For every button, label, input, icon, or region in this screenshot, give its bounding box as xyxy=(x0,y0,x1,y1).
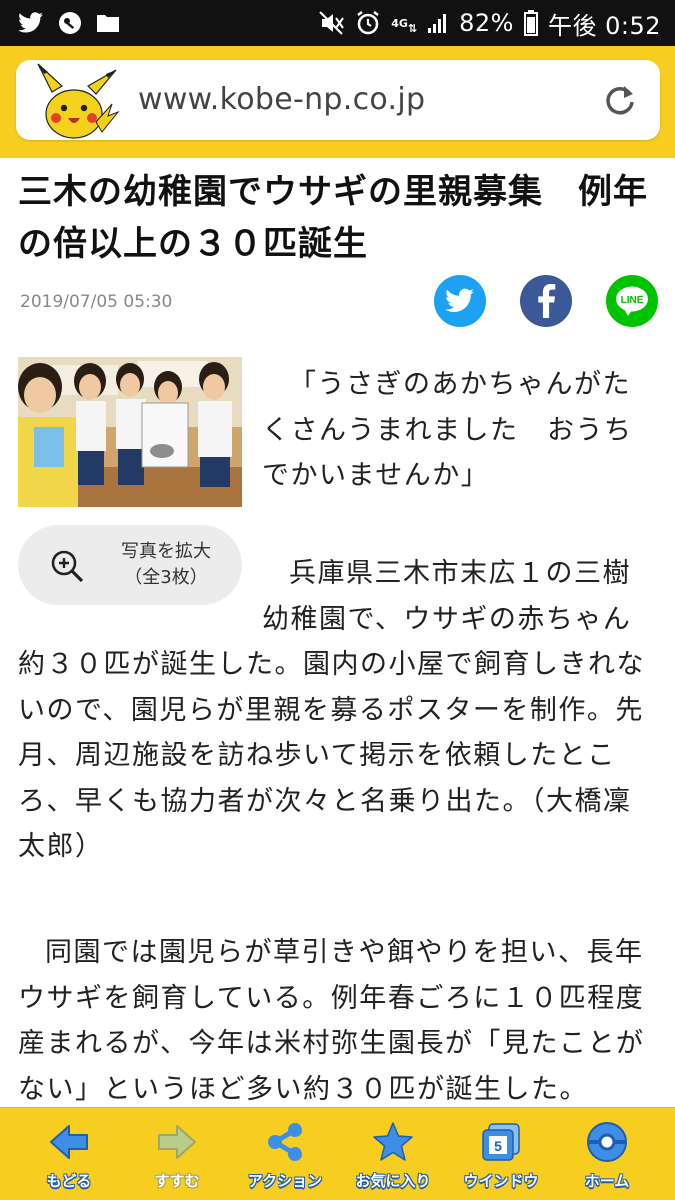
back-arrow-icon xyxy=(50,1125,88,1159)
article-paragraph-quote: 「うさぎのあかちゃんがたくさんうまれました おうちでかいませんか」 xyxy=(262,362,642,499)
home-button[interactable]: ホーム xyxy=(552,1114,662,1198)
window-count: 5 xyxy=(494,1138,502,1154)
pokeball-home-icon xyxy=(587,1122,627,1162)
mute-icon xyxy=(319,11,345,35)
line-share-button[interactable]: LINE xyxy=(606,275,658,327)
forward-button[interactable]: すすむ xyxy=(122,1114,232,1198)
article-paragraph-lead-start-text: 兵庫県三木市末広１の三樹幼稚園で、ウサギの赤ちゃん xyxy=(262,558,632,635)
network-type-icon: 4G ⇅ xyxy=(391,16,418,35)
article-date: 2019/07/05 05:30 xyxy=(20,292,173,312)
address-bar[interactable]: www.kobe-np.co.jp xyxy=(16,60,660,140)
windows-icon: 5 xyxy=(482,1123,520,1161)
bottom-toolbar: もどる すすむ アクション お気に入り 5 ウインドウ ホーム xyxy=(0,1107,675,1200)
back-label: もどる xyxy=(46,1172,92,1190)
article-paragraph-lead-rest: 約３０匹が誕生した。園内の小屋で飼育しきれないので、園児らが里親を募るポスターを… xyxy=(18,649,645,862)
battery-percent: 82% xyxy=(459,9,514,37)
enlarge-photo-button[interactable]: 写真を拡大 （全3枚） xyxy=(18,525,242,605)
enlarge-photo-label: 写真を拡大 （全3枚） xyxy=(96,539,236,591)
article-paragraph-quote-text: 「うさぎのあかちゃんがたくさんうまれました おうちでかいませんか」 xyxy=(262,369,633,491)
enlarge-photo-line2: （全3枚） xyxy=(124,567,208,588)
article-paragraph-body-text: 同園では園児らが草引きや餌やりを担い、長年ウサギを飼育している。例年春ごろに１０… xyxy=(18,937,645,1105)
status-bar: 4G ⇅ 82% 午後 0:52 xyxy=(0,0,675,46)
window-label: ウインドウ xyxy=(463,1172,539,1190)
pikachu-mascot-icon xyxy=(37,63,120,139)
line-icon: LINE xyxy=(616,286,648,316)
article-paragraph-body: 同園では園児らが草引きや餌やりを担い、長年ウサギを飼育している。例年春ごろに１０… xyxy=(18,930,658,1112)
folder-icon xyxy=(96,13,120,33)
article-photo[interactable] xyxy=(18,357,242,507)
kindergarten-children-photo xyxy=(18,357,242,507)
home-label: ホーム xyxy=(584,1172,630,1190)
browser-toolbar: www.kobe-np.co.jp xyxy=(0,46,675,158)
forward-label: すすむ xyxy=(154,1172,200,1190)
forward-arrow-icon xyxy=(158,1125,196,1159)
facebook-icon xyxy=(538,284,556,318)
facebook-share-button[interactable] xyxy=(520,275,572,327)
back-button[interactable]: もどる xyxy=(14,1114,124,1198)
url-text[interactable]: www.kobe-np.co.jp xyxy=(138,82,425,117)
twitter-notification-icon xyxy=(18,12,44,34)
star-icon xyxy=(373,1122,413,1161)
clock: 午後 0:52 xyxy=(547,11,661,40)
alarm-icon xyxy=(355,10,381,36)
key-icon xyxy=(58,11,82,35)
zoom-in-icon xyxy=(51,550,84,583)
action-label: アクション xyxy=(247,1172,323,1190)
article-title: 三木の幼稚園でウサギの里親募集 例年の倍以上の３０匹誕生 xyxy=(18,172,648,264)
signal-icon xyxy=(427,12,449,34)
twitter-icon xyxy=(445,288,474,313)
action-button[interactable]: アクション xyxy=(230,1114,340,1198)
article-paragraph-lead-start: 兵庫県三木市末広１の三樹幼稚園で、ウサギの赤ちゃん xyxy=(262,551,652,642)
battery-icon xyxy=(523,10,538,36)
window-button[interactable]: 5 ウインドウ xyxy=(446,1114,556,1198)
share-icon xyxy=(268,1123,302,1161)
reload-icon[interactable] xyxy=(602,82,638,118)
twitter-share-button[interactable] xyxy=(434,275,486,327)
favorites-button[interactable]: お気に入り xyxy=(338,1114,448,1198)
enlarge-photo-line1: 写真を拡大 xyxy=(121,541,211,562)
favorites-label: お気に入り xyxy=(355,1172,431,1190)
line-icon-label: LINE xyxy=(621,295,644,306)
